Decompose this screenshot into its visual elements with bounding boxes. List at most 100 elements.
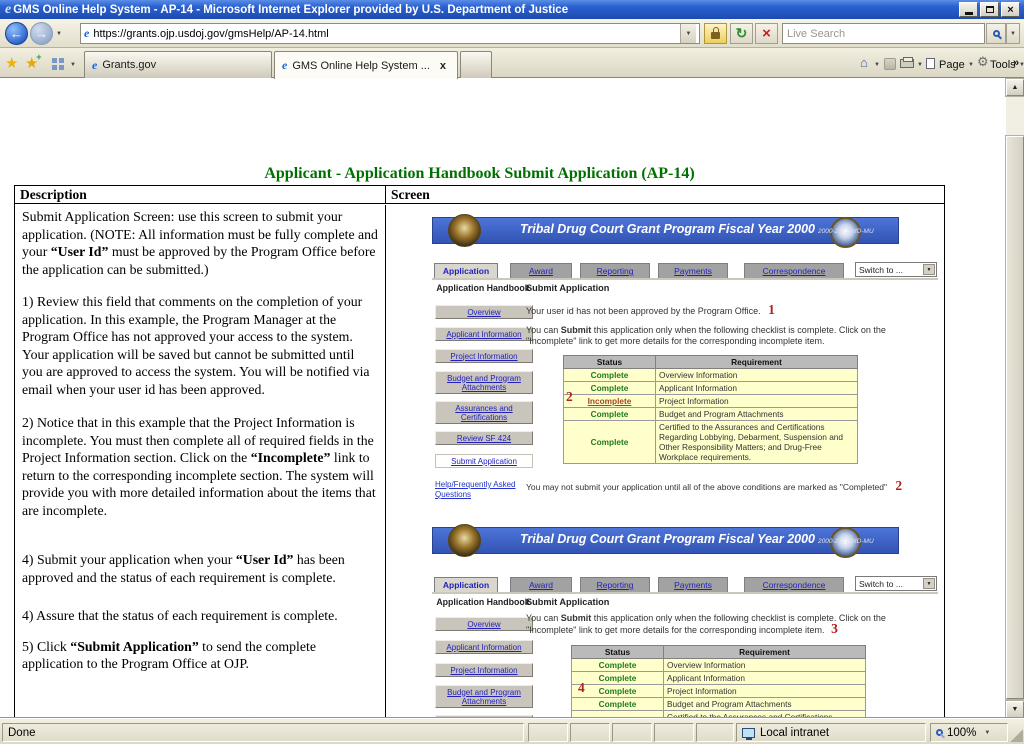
address-bar[interactable]: e https://grants.ojp.usdoj.gov/gmsHelp/A… [80, 23, 700, 44]
tab-label: Grants.gov [102, 59, 157, 71]
gms-nav-budget-attachments[interactable]: Budget and Program Attachments [435, 685, 533, 708]
print-icon[interactable] [900, 57, 914, 68]
status-cell: Complete [563, 368, 656, 382]
chevron-down-icon[interactable]: ▼ [923, 578, 935, 589]
status-bar: Done Local intranet 100% ▼ [0, 718, 1024, 744]
switch-to-select[interactable]: Switch to ... ▼ [855, 576, 937, 591]
back-button[interactable]: ← [5, 22, 28, 45]
gms-tab-application[interactable]: Application [434, 263, 498, 278]
scrollbar-thumb[interactable] [1005, 135, 1024, 700]
gms-nav-overview[interactable]: Overview [435, 617, 533, 631]
tab-close-icon[interactable]: x [440, 60, 446, 72]
address-dropdown-button[interactable]: ▼ [680, 24, 696, 43]
requirement-cell: Budget and Program Attachments [655, 407, 858, 421]
gms-nav-project-information[interactable]: Project Information [435, 349, 533, 363]
quick-tabs-icon[interactable] [52, 58, 64, 70]
grant-number: 2000-2172-MD-MU [818, 538, 874, 545]
table-row: Complete Project Information [571, 684, 866, 698]
resize-grip[interactable] [1009, 728, 1023, 742]
help-faq-link[interactable]: Help/Frequently Asked Questions [435, 480, 525, 500]
ie-logo-icon: e [5, 1, 12, 17]
grant-number: 2000-2172-MD-MU [818, 228, 874, 235]
application-handbook-label: Application Handbook [436, 283, 530, 293]
gms-nav-applicant-information[interactable]: Applicant Information [435, 327, 533, 341]
refresh-button[interactable]: ↻ [730, 23, 753, 44]
gms-nav-submit-application[interactable]: Submit Application [435, 454, 533, 468]
page-menu[interactable]: Page [939, 59, 965, 71]
history-dropdown-icon[interactable]: ▼ [56, 31, 62, 37]
vertical-scrollbar[interactable]: ▲ ▼ [1005, 78, 1024, 719]
new-tab-stub[interactable] [460, 51, 492, 78]
chevron-down-icon[interactable]: ▼ [923, 264, 935, 275]
home-icon[interactable]: ⌂ [860, 56, 868, 70]
security-zone: Local intranet [736, 723, 926, 742]
gms-tab-award[interactable]: Award [510, 263, 572, 278]
print-dropdown-icon[interactable]: ▼ [917, 62, 923, 68]
gms-screenshot-1: Tribal Drug Court Grant Program Fiscal Y… [432, 214, 944, 517]
status-cell: Complete [571, 671, 664, 685]
tab-grants-gov[interactable]: e Grants.gov [84, 51, 272, 78]
tools-menu[interactable]: Tools [990, 59, 1016, 71]
minimize-button[interactable] [959, 2, 978, 17]
status-cell: Complete [571, 684, 664, 698]
quick-tabs-dropdown-icon[interactable]: ▼ [70, 62, 76, 68]
favorites-star-icon[interactable]: ★ [5, 54, 18, 72]
table-row: Complete Overview Information [571, 658, 866, 672]
requirement-cell: Project Information [655, 394, 858, 408]
search-input[interactable]: Live Search [782, 23, 985, 44]
divider [432, 278, 938, 280]
add-favorite-icon[interactable]: ★ + [25, 52, 41, 72]
feeds-icon[interactable] [884, 58, 896, 70]
gms-tab-award[interactable]: Award [510, 577, 572, 592]
requirement-cell: Budget and Program Attachments [663, 697, 866, 711]
status-cell: Complete [563, 407, 656, 421]
status-segment [612, 723, 652, 742]
gms-tab-payments[interactable]: Payments [658, 577, 728, 592]
scroll-up-icon[interactable]: ▲ [1005, 78, 1024, 97]
description-cell: Submit Application Screen: use this scre… [15, 205, 386, 744]
scroll-down-icon[interactable]: ▼ [1005, 700, 1024, 719]
description-paragraph: 4) Assure that the status of each requir… [22, 608, 338, 623]
user-id-notice: Your user id has not been approved by th… [526, 302, 775, 317]
requirement-cell: Project Information [663, 684, 866, 698]
home-dropdown-icon[interactable]: ▼ [874, 62, 880, 68]
gms-nav-applicant-information[interactable]: Applicant Information [435, 640, 533, 654]
restore-button[interactable] [980, 2, 999, 17]
incomplete-link[interactable]: Incomplete [588, 396, 632, 406]
search-placeholder: Live Search [787, 27, 846, 40]
close-button[interactable]: × [1001, 2, 1020, 17]
security-lock-button[interactable] [704, 23, 727, 44]
page-dropdown-icon[interactable]: ▼ [968, 62, 974, 68]
zoom-control[interactable]: 100% ▼ [930, 723, 1008, 742]
gms-tab-payments[interactable]: Payments [658, 263, 728, 278]
search-dropdown-button[interactable]: ▼ [1006, 23, 1020, 44]
url-text[interactable]: https://grants.ojp.usdoj.gov/gmsHelp/AP-… [93, 28, 680, 40]
computer-icon [742, 727, 755, 740]
table-row: Complete Budget and Program Attachments [563, 407, 858, 421]
gms-nav-assurances-certifications[interactable]: Assurances and Certifications [435, 401, 533, 424]
forward-button[interactable]: → [30, 22, 53, 45]
lock-icon [711, 26, 720, 39]
gms-nav-budget-attachments[interactable]: Budget and Program Attachments [435, 371, 533, 394]
gms-tab-correspondence[interactable]: Correspondence [744, 263, 844, 278]
tools-dropdown-icon[interactable]: ▼ [1019, 62, 1024, 68]
gms-nav-project-information[interactable]: Project Information [435, 663, 533, 677]
tab-gms-help[interactable]: e GMS Online Help System ... x [274, 51, 458, 79]
submit-application-heading: Submit Application [526, 283, 610, 293]
search-button[interactable] [986, 23, 1006, 44]
page-title: Applicant - Application Handbook Submit … [264, 165, 695, 182]
screen-column-header: Screen [386, 186, 944, 204]
gms-tab-application[interactable]: Application [434, 577, 498, 592]
gms-tab-reporting[interactable]: Reporting [580, 577, 650, 592]
zoom-icon [936, 729, 943, 736]
stop-button[interactable]: × [755, 23, 778, 44]
toolbar-chevron-icon[interactable]: » [1013, 57, 1019, 69]
gms-nav-review-sf424[interactable]: Review SF 424 [435, 431, 533, 445]
screen-cell: Tribal Drug Court Grant Program Fiscal Y… [386, 205, 944, 744]
tab-favicon-icon: e [92, 57, 98, 72]
zoom-dropdown-icon[interactable]: ▼ [984, 730, 990, 736]
switch-to-select[interactable]: Switch to ... ▼ [855, 262, 937, 277]
gms-tab-reporting[interactable]: Reporting [580, 263, 650, 278]
gms-nav-overview[interactable]: Overview [435, 305, 533, 319]
gms-tab-correspondence[interactable]: Correspondence [744, 577, 844, 592]
